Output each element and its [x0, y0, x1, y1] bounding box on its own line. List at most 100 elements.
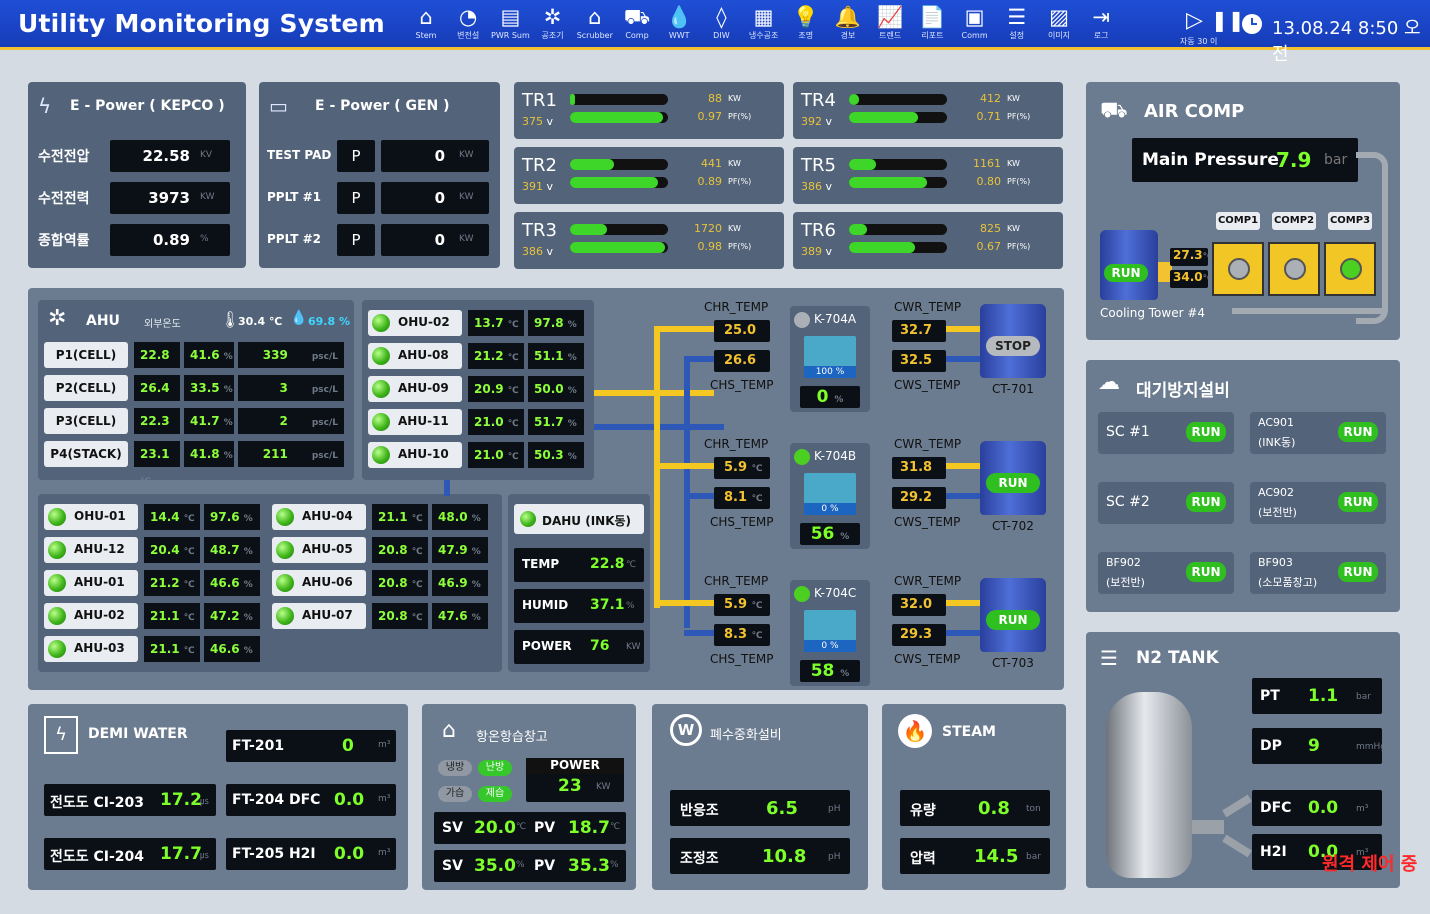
- adjust-ph: 10.8: [762, 846, 807, 867]
- compressor-1[interactable]: [1212, 242, 1264, 296]
- nav-chiller[interactable]: ▦ 냉수공조: [744, 4, 784, 46]
- scrubber-unit-location: (보전반): [1106, 576, 1145, 589]
- gen-mode[interactable]: P: [337, 182, 375, 214]
- tr-kw-bar: [570, 224, 668, 235]
- cell-label[interactable]: P2(CELL): [44, 375, 128, 401]
- mode-humidify[interactable]: 가습: [438, 786, 472, 802]
- ahu-unit-temp: 20.9 ℃: [468, 376, 524, 402]
- tr-panel-tr4[interactable]: TR4 392 v 412 0.71 KW PF(%): [793, 82, 1063, 139]
- tr-panel-tr1[interactable]: TR1 375 v 88 0.97 KW PF(%): [514, 82, 784, 139]
- tr-kw-bar: [849, 224, 947, 235]
- dahu-row-label: HUMID: [522, 598, 569, 612]
- scrubber-unit-name: SC #1: [1106, 424, 1150, 440]
- nav-label: DIW: [713, 31, 730, 40]
- dahu-title-pill[interactable]: DAHU (INK동): [514, 504, 644, 534]
- scrubber-unit[interactable]: SC #1 RUN: [1098, 412, 1234, 454]
- tr-name: TR3: [522, 220, 557, 241]
- tr-panel-tr6[interactable]: TR6 389 v 825 0.67 KW PF(%): [793, 212, 1063, 269]
- compressor-2[interactable]: [1268, 242, 1320, 296]
- ahu-list-1: OHU-02 13.7 ℃ 97.8 % AHU-08 21.2 ℃ 51.1 …: [362, 300, 594, 480]
- cell-temp: 22.3 ℃: [134, 408, 180, 454]
- chs-temp: 8.3 ℃: [714, 624, 770, 646]
- ahu-panel: ✲ AHU 외부온도 🌡 30.4 ℃ 💧 69.8 % P1(CELL) 22…: [38, 300, 354, 487]
- nav-home[interactable]: ⌂ Stem: [406, 4, 446, 46]
- ahu-unit-ahu-10[interactable]: AHU-10: [368, 442, 462, 468]
- n2-row-value: 9: [1308, 736, 1320, 756]
- gen-value-box: 0 KW: [381, 140, 489, 172]
- tr-panel-tr3[interactable]: TR3 386 v 1720 0.98 KW PF(%): [514, 212, 784, 269]
- cell-temp: 22.8 ℃: [134, 342, 180, 388]
- dahu-row-unit: ℃: [626, 560, 637, 570]
- ahu-unit-temp: 20.8 ℃: [372, 570, 428, 596]
- kepco-power-panel: ϟ E - Power ( KEPCO ) 수전전압 22.58 KV 수전전력 …: [28, 82, 246, 268]
- ahu-unit-ahu-09[interactable]: AHU-09: [368, 376, 462, 402]
- ahu-unit-ohu-02[interactable]: OHU-02: [368, 310, 462, 336]
- nav-factory[interactable]: ⌂ Scrubber: [575, 4, 615, 46]
- pause-icon[interactable]: ❚❚: [1211, 8, 1245, 32]
- ahu-unit-ahu-04[interactable]: AHU-04: [272, 504, 366, 530]
- nav-deionized-water[interactable]: ◊ DIW: [701, 4, 741, 46]
- scrubber-unit[interactable]: SC #2 RUN: [1098, 482, 1234, 524]
- chiller-k-704b[interactable]: K-704B 0 % 56 %: [790, 443, 870, 549]
- reactor-ph-box: 반응조 6.5 pH: [670, 790, 850, 826]
- mode-heating[interactable]: 난방: [478, 760, 512, 776]
- ahu-unit-ahu-06[interactable]: AHU-06: [272, 570, 366, 596]
- nav-gauge[interactable]: ◔ 변전설: [448, 4, 488, 46]
- chr-temp-label: CHR_TEMP: [704, 437, 769, 451]
- scrubber-unit[interactable]: AC901 (INK동) RUN: [1250, 412, 1386, 454]
- nav-alarm-bell[interactable]: 🔔 경보: [828, 4, 868, 46]
- ahu-unit-ahu-08[interactable]: AHU-08: [368, 343, 462, 369]
- top-header: Utility Monitoring System ⌂ Stem ◔ 변전설 ▤ PWR …: [0, 0, 1430, 65]
- sv-label-1: SV: [442, 820, 463, 836]
- play-icon[interactable]: ▷: [1186, 8, 1203, 33]
- ahu-unit-ahu-02[interactable]: AHU-02: [44, 603, 138, 629]
- nav-logout[interactable]: ⇥ 로그: [1081, 4, 1121, 46]
- scrubber-unit[interactable]: BF903 (소모품창고) RUN: [1250, 552, 1386, 594]
- cell-label[interactable]: P1(CELL): [44, 342, 128, 368]
- chiller-k-704c[interactable]: K-704C 0 % 58 %: [790, 580, 870, 686]
- nav-document[interactable]: 📄 리포트: [912, 4, 952, 46]
- kepco-row-label: 수전전력: [38, 191, 90, 207]
- tr-panel-tr5[interactable]: TR5 386 v 1161 0.80 KW PF(%): [793, 147, 1063, 204]
- nav-settings-sliders[interactable]: ☰ 설정: [997, 4, 1037, 46]
- nav-bulb[interactable]: 💡 조명: [786, 4, 826, 46]
- ahu-unit-ahu-07[interactable]: AHU-07: [272, 603, 366, 629]
- ahu-unit-ahu-12[interactable]: AHU-12: [44, 537, 138, 563]
- ahu-unit-ahu-11[interactable]: AHU-11: [368, 409, 462, 435]
- tr-name: TR4: [801, 90, 836, 111]
- nav-monitor[interactable]: ▣ Comm: [955, 4, 995, 46]
- mode-dehumidify[interactable]: 제습: [478, 786, 512, 802]
- ahu-unit-ohu-01[interactable]: OHU-01: [44, 504, 138, 530]
- scrubber-unit[interactable]: AC902 (보전반) RUN: [1250, 482, 1386, 524]
- nav-trend-chart[interactable]: 📈 트렌드: [870, 4, 910, 46]
- comp-status-lamp: [1284, 258, 1306, 280]
- ahu-unit-ahu-03[interactable]: AHU-03: [44, 636, 138, 662]
- tr-kw: 412: [980, 92, 1001, 105]
- tr-voltage: 392 v: [801, 115, 833, 128]
- nav-compressor[interactable]: ⛟ Comp: [617, 4, 657, 46]
- nav-image[interactable]: ▨ 이미지: [1039, 4, 1079, 46]
- tr-panel-tr2[interactable]: TR2 391 v 441 0.89 KW PF(%): [514, 147, 784, 204]
- nav-fan[interactable]: ✲ 공조기: [533, 4, 573, 46]
- gen-mode[interactable]: P: [337, 140, 375, 172]
- ahu-unit-temp: 14.4 ℃: [144, 504, 200, 530]
- ahu-unit-ahu-05[interactable]: AHU-05: [272, 537, 366, 563]
- tr-pf-bar: [849, 177, 947, 188]
- nav-printer[interactable]: ▤ PWR Sum: [490, 4, 530, 46]
- chiller-k-704a[interactable]: K-704A 100 % 0 %: [790, 306, 870, 412]
- list-icon: ☰: [1100, 646, 1118, 670]
- scrubber-unit[interactable]: BF902 (보전반) RUN: [1098, 552, 1234, 594]
- lightning-box-icon: ϟ: [44, 716, 78, 754]
- nav-label: 트렌드: [879, 31, 902, 40]
- compressor-3[interactable]: [1324, 242, 1376, 296]
- ahu-unit-ahu-01[interactable]: AHU-01: [44, 570, 138, 596]
- gen-mode[interactable]: P: [337, 224, 375, 256]
- document-icon: 📄: [919, 5, 946, 29]
- scrubber-unit-name: AC902: [1258, 486, 1295, 499]
- hvac-power-label: POWER: [526, 758, 624, 774]
- mode-cooling[interactable]: 냉방: [438, 760, 472, 776]
- cell-label[interactable]: P4(STACK): [44, 441, 128, 467]
- nav-water-drop[interactable]: 💧 WWT: [659, 4, 699, 46]
- cell-label[interactable]: P3(CELL): [44, 408, 128, 434]
- ahu-unit-humid: 50.3 %: [528, 442, 584, 468]
